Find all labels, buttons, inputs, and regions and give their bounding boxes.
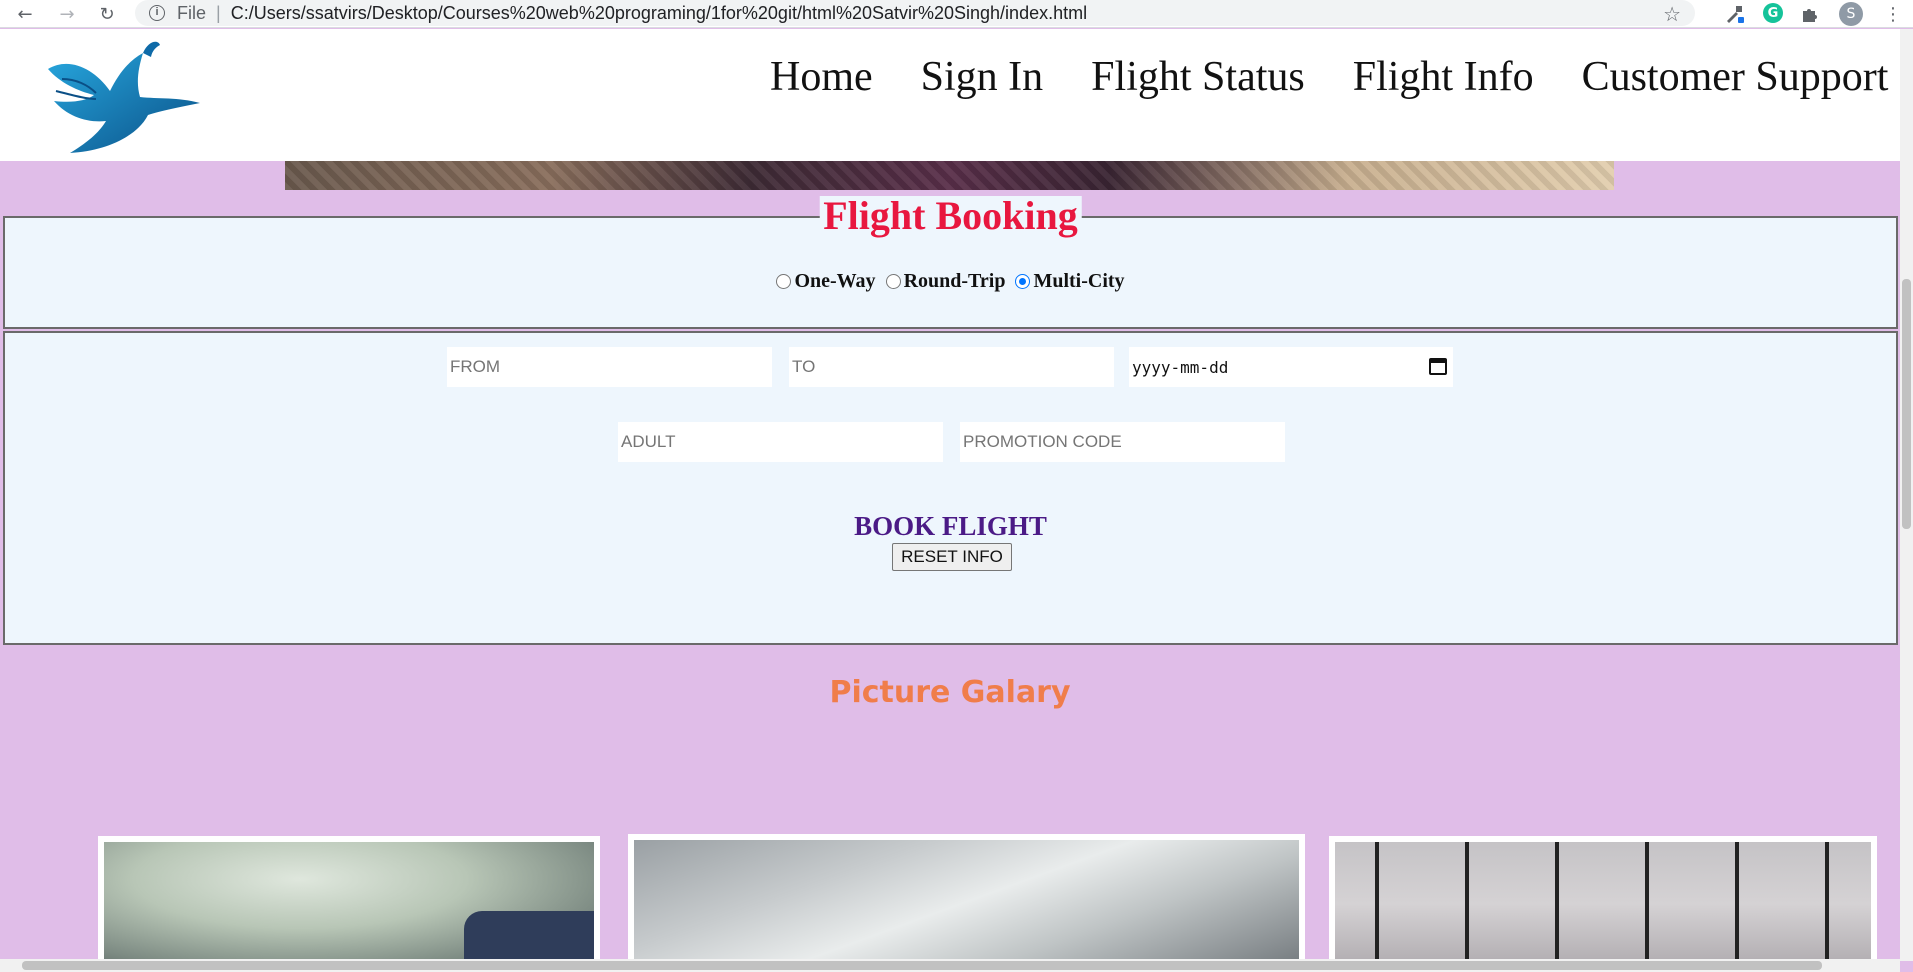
window-frame	[1825, 842, 1829, 966]
horizontal-scroll-thumb[interactable]	[22, 961, 1822, 970]
reset-info-button[interactable]: RESET INFO	[892, 543, 1012, 571]
url-separator: |	[216, 2, 221, 23]
radio-multi-city-circle[interactable]	[1015, 274, 1031, 289]
forward-icon[interactable]: →	[54, 2, 80, 26]
seat-shape	[464, 911, 594, 966]
calendar-icon[interactable]	[1429, 358, 1447, 375]
nav-sign-in[interactable]: Sign In	[921, 53, 1044, 101]
gallery-image-aisle[interactable]	[628, 834, 1305, 970]
radio-multi-city[interactable]: Multi-City	[1015, 270, 1125, 293]
browser-toolbar: ← → ↻ i File | C:/Users/ssatvirs/Desktop…	[0, 0, 1913, 28]
browser-menu-icon[interactable]: ⋮	[1880, 2, 1906, 26]
aisle-photo	[634, 840, 1299, 964]
file-label: File	[177, 2, 207, 23]
flight-details-fieldset: FROM TO yyyy-mm-dd ADULT PROMOTION CODE …	[3, 331, 1898, 645]
terminal-photo	[1335, 842, 1871, 966]
vertical-scroll-thumb[interactable]	[1902, 279, 1911, 529]
window-frame	[1375, 842, 1379, 966]
promotion-code-input[interactable]: PROMOTION CODE	[960, 422, 1285, 462]
radio-one-way-circle[interactable]	[776, 274, 792, 289]
radio-round-trip-label: Round-Trip	[903, 270, 1006, 292]
from-input[interactable]: FROM	[447, 347, 772, 387]
to-input[interactable]: TO	[789, 347, 1114, 387]
info-icon[interactable]: i	[149, 5, 165, 21]
eyedropper-extension-icon[interactable]	[1722, 2, 1746, 26]
window-frame	[1645, 842, 1649, 966]
bird-logo-icon[interactable]	[48, 39, 203, 157]
adult-input[interactable]: ADULT	[618, 422, 943, 462]
book-flight-button[interactable]: BOOK FLIGHT	[5, 511, 1896, 542]
radio-multi-city-label: Multi-City	[1033, 270, 1125, 292]
nav-flight-status[interactable]: Flight Status	[1091, 53, 1305, 101]
window-frame	[1465, 842, 1469, 966]
extensions-puzzle-icon[interactable]	[1798, 2, 1822, 26]
site-header: Home Sign In Flight Status Flight Info C…	[0, 29, 1900, 161]
grammarly-icon[interactable]: G	[1763, 3, 1783, 23]
horizontal-scrollbar[interactable]	[0, 959, 1900, 972]
date-placeholder: yyyy-mm-dd	[1132, 357, 1229, 377]
hero-image	[285, 161, 1614, 190]
booking-legend: Flight Booking	[819, 196, 1082, 236]
avatar[interactable]: S	[1839, 2, 1863, 26]
radio-one-way-label: One-Way	[794, 270, 876, 292]
date-input[interactable]: yyyy-mm-dd	[1129, 347, 1453, 387]
gallery-title: Picture Galary	[829, 675, 1071, 710]
radio-round-trip-circle[interactable]	[885, 274, 901, 289]
window-frame	[1555, 842, 1559, 966]
vertical-scrollbar[interactable]	[1900, 29, 1913, 961]
reload-icon[interactable]: ↻	[94, 2, 120, 26]
radio-one-way[interactable]: One-Way	[776, 270, 876, 293]
radio-round-trip[interactable]: Round-Trip	[885, 270, 1006, 293]
trip-type-fieldset: Flight Booking One-Way Round-Trip Multi-…	[3, 196, 1898, 329]
window-frame	[1735, 842, 1739, 966]
gallery-image-terminal[interactable]	[1329, 836, 1877, 972]
gallery-image-cabin[interactable]	[98, 836, 600, 972]
nav-flight-info[interactable]: Flight Info	[1353, 53, 1534, 101]
nav-customer-support[interactable]: Customer Support	[1582, 53, 1889, 101]
back-icon[interactable]: ←	[12, 2, 38, 26]
url-text[interactable]: C:/Users/ssatvirs/Desktop/Courses%20web%…	[231, 3, 1087, 24]
nav-home[interactable]: Home	[770, 53, 873, 101]
address-bar[interactable]: i File | C:/Users/ssatvirs/Desktop/Cours…	[135, 0, 1695, 26]
cabin-photo	[104, 842, 594, 966]
main-nav: Home Sign In Flight Status Flight Info C…	[770, 53, 1888, 101]
bookmark-star-icon[interactable]: ☆	[1663, 2, 1681, 27]
trip-type-group: One-Way Round-Trip Multi-City	[5, 270, 1896, 293]
